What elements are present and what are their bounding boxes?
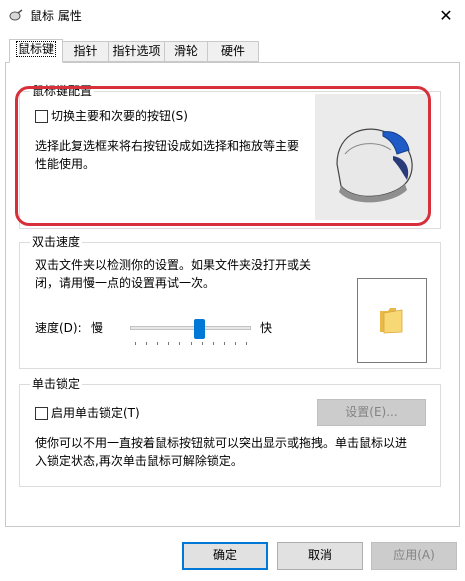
- tab-pointer-options[interactable]: 指针选项: [108, 41, 165, 62]
- slider-tick: [135, 342, 136, 345]
- slider-tick: [179, 342, 180, 345]
- tab-pointers[interactable]: 指针: [62, 41, 109, 62]
- slider-tick: [202, 342, 203, 345]
- slider-tick: [157, 342, 158, 345]
- fast-label: 快: [260, 321, 273, 335]
- slider-tick: [224, 342, 225, 345]
- tab-label: 指针: [73, 44, 98, 58]
- test-folder-box[interactable]: [357, 278, 427, 363]
- ok-button[interactable]: 确定: [182, 542, 268, 570]
- click-lock-checkbox[interactable]: [35, 407, 48, 420]
- slow-label: 慢: [91, 321, 104, 335]
- close-button[interactable]: ✕: [430, 2, 462, 30]
- click-lock-desc-1: 使你可以不用一直按着鼠标按钮就可以突出显示或拖拽。单击鼠标以进: [35, 436, 408, 450]
- click-lock-settings-button[interactable]: 设置(E)...: [317, 399, 426, 426]
- click-lock-label: 启用单击锁定(T): [51, 406, 140, 420]
- slider-tick: [146, 342, 147, 345]
- slider-tick: [235, 342, 236, 345]
- mouse-icon: [9, 9, 23, 21]
- tab-hardware[interactable]: 硬件: [207, 41, 259, 62]
- tab-wheel[interactable]: 滑轮: [164, 41, 208, 62]
- speed-label: 速度(D):: [35, 321, 82, 335]
- apply-button[interactable]: 应用(A): [371, 542, 457, 570]
- tab-label: 硬件: [220, 44, 245, 58]
- double-click-desc-1: 双击文件夹以检测你的设置。如果文件夹没打开或关: [35, 258, 312, 272]
- click-lock-title: 单击锁定: [30, 377, 83, 391]
- click-lock-desc-2: 入锁定状态,再次单击鼠标可解除锁定。: [35, 454, 243, 468]
- slider-tick: [246, 342, 247, 345]
- window-title: 鼠标 属性: [30, 9, 82, 23]
- tab-buttons[interactable]: 鼠标键: [9, 39, 63, 63]
- slider-tick: [213, 342, 214, 345]
- cancel-button[interactable]: 取消: [277, 542, 363, 570]
- folder-icon[interactable]: [378, 305, 406, 338]
- tab-label: 滑轮: [173, 44, 198, 58]
- speed-slider-thumb[interactable]: [194, 319, 205, 339]
- double-click-desc-2: 闭，请用慢一点的设置再试一次。: [35, 276, 216, 290]
- speed-slider-track[interactable]: [130, 326, 251, 330]
- double-click-title: 双击速度: [30, 235, 83, 249]
- slider-tick: [168, 342, 169, 345]
- slider-tick: [191, 342, 192, 345]
- tab-label: 指针选项: [112, 44, 161, 58]
- highlight-annotation: [15, 86, 431, 226]
- tab-label: 鼠标键: [15, 41, 56, 57]
